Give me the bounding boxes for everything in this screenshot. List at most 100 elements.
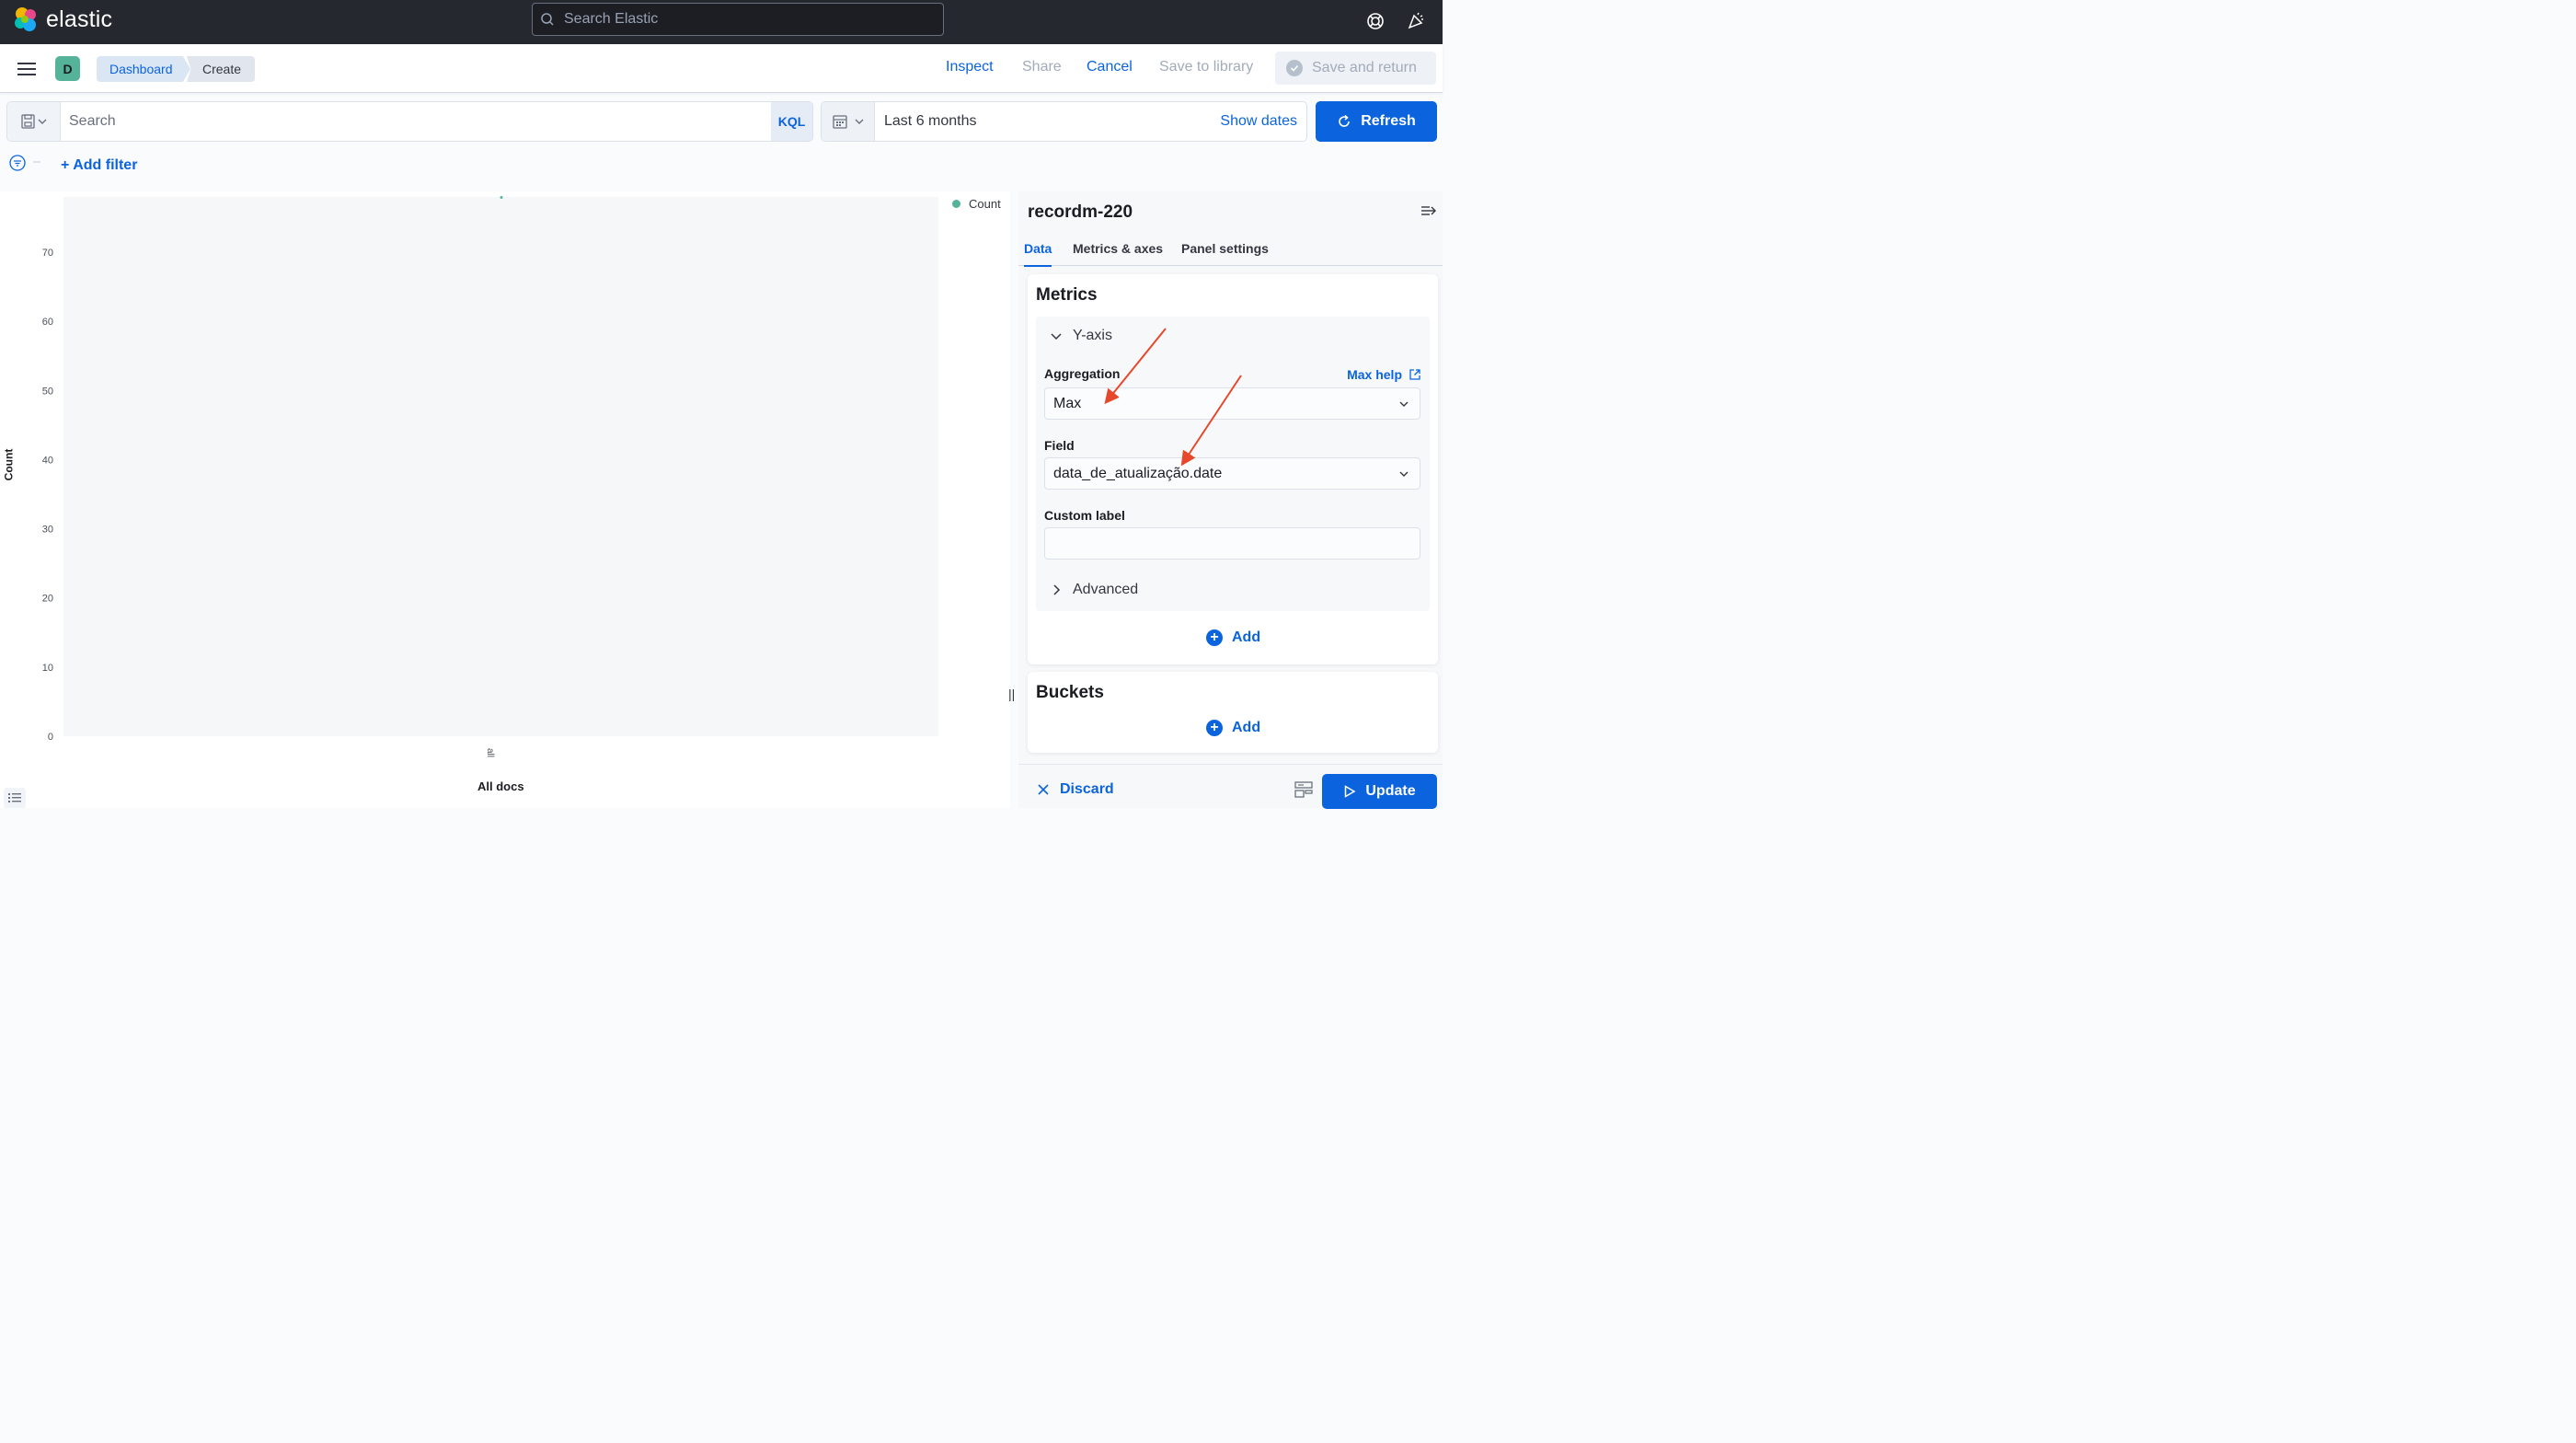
y-tick-label: 40	[42, 455, 53, 466]
add-bucket-label: Add	[1232, 720, 1261, 735]
refresh-button[interactable]: Refresh	[1316, 101, 1437, 142]
y-tick-label: 60	[42, 317, 53, 328]
chart-legend[interactable]: Count	[952, 197, 1001, 211]
space-avatar[interactable]: D	[55, 56, 80, 81]
menu-icon[interactable]	[17, 62, 36, 81]
query-language-button[interactable]: KQL	[771, 102, 812, 141]
logo-text: elastic	[46, 6, 113, 32]
popout-icon	[1409, 369, 1420, 380]
y-tick-label: 0	[48, 732, 53, 743]
app-header: D Dashboard Create Inspect Share Cancel …	[0, 44, 1443, 93]
max-help-label: Max help	[1347, 367, 1402, 382]
refresh-label: Refresh	[1361, 113, 1416, 129]
query-search-input[interactable]	[61, 102, 771, 141]
plus-circle-icon: +	[1206, 629, 1223, 646]
elastic-logo-icon	[15, 7, 36, 31]
quick-menu-button[interactable]	[822, 102, 875, 141]
breadcrumb-dashboard[interactable]: Dashboard	[97, 56, 190, 82]
calendar-icon	[832, 115, 863, 129]
field-label: Field	[1044, 438, 1075, 453]
chevron-down-icon	[1399, 401, 1409, 407]
plot-background	[63, 197, 938, 736]
y-tick-label: 10	[42, 663, 53, 674]
legend-label: Count	[969, 197, 1001, 211]
filter-bar: + Add filter	[9, 155, 137, 176]
news-icon[interactable]	[1404, 9, 1428, 33]
chart-panel: 0 10 20 30 40 50 60 70 Count all All docs Count…	[0, 191, 1015, 808]
sidebar-tabs: Data Metrics & axes Panel settings	[1018, 237, 1443, 267]
metrics-title: Metrics	[1036, 285, 1098, 305]
advanced-label: Advanced	[1073, 582, 1139, 597]
tab-panel-settings[interactable]: Panel settings	[1181, 241, 1269, 265]
discard-button[interactable]: Discard	[1037, 781, 1114, 798]
bar-chart: 0 10 20 30 40 50 60 70	[42, 196, 938, 743]
metrics-panel: Metrics Y-axis Aggregation Max help Max …	[1028, 274, 1438, 664]
field-select[interactable]: data_de_atualização.date	[1044, 457, 1420, 490]
close-icon	[1038, 784, 1049, 795]
filter-options-icon[interactable]	[9, 155, 42, 176]
update-button[interactable]: Update	[1322, 774, 1437, 809]
x-axis-title: All docs	[477, 779, 524, 793]
custom-label-input[interactable]	[1044, 527, 1420, 560]
y-tick-label: 50	[42, 386, 53, 397]
save-icon	[20, 114, 46, 129]
list-icon[interactable]	[4, 788, 26, 808]
auto-apply-icon[interactable]	[1294, 781, 1313, 802]
tab-metrics-axes[interactable]: Metrics & axes	[1073, 241, 1163, 265]
breadcrumb-create: Create	[187, 56, 255, 82]
save-and-return-label: Save and return	[1312, 60, 1417, 75]
play-icon	[1345, 785, 1356, 798]
add-bucket-button[interactable]: + Add	[1206, 720, 1260, 736]
y-axis-agg-group: Y-axis Aggregation Max help Max Field da…	[1036, 317, 1430, 611]
time-range-text[interactable]: Last 6 months	[884, 113, 977, 130]
chevron-down-icon	[1399, 471, 1409, 477]
inspect-link[interactable]: Inspect	[946, 59, 994, 75]
custom-label-label: Custom label	[1044, 508, 1125, 523]
legend-color-swatch	[952, 200, 960, 208]
editor-sidebar: recordm-220 Data Metrics & axes Panel se…	[1018, 191, 1443, 809]
y-axis-label: Y-axis	[1073, 328, 1112, 343]
global-search-input[interactable]	[564, 11, 914, 28]
date-picker: Last 6 months Show dates	[821, 101, 1307, 142]
buckets-panel: Buckets + Add	[1028, 672, 1438, 753]
resize-handle-icon[interactable]: ||	[1008, 687, 1015, 701]
bar[interactable]	[500, 196, 503, 199]
y-axis-toggle[interactable]: Y-axis	[1049, 328, 1112, 344]
chevron-right-icon	[1053, 584, 1061, 595]
max-help-link[interactable]: Max help	[1347, 367, 1421, 382]
global-search[interactable]	[532, 3, 944, 36]
y-tick-label: 30	[42, 525, 53, 536]
visualization-title: recordm-220	[1028, 202, 1133, 222]
advanced-toggle[interactable]: Advanced	[1049, 582, 1138, 598]
y-axis-title: Count	[2, 448, 16, 481]
sidebar-footer: Discard Update	[1018, 764, 1443, 809]
add-filter-button[interactable]: + Add filter	[61, 157, 137, 174]
y-tick-label: 70	[42, 248, 53, 259]
query-bar: KQL	[6, 101, 813, 142]
show-dates-link[interactable]: Show dates	[1220, 113, 1297, 130]
aggregation-label: Aggregation	[1044, 366, 1121, 381]
discard-label: Discard	[1060, 781, 1114, 797]
global-header: elastic	[0, 0, 1443, 44]
add-metric-label: Add	[1232, 629, 1261, 645]
field-value: data_de_atualização.date	[1053, 465, 1223, 481]
chevron-down-icon	[1051, 333, 1062, 341]
x-tick-label: all	[485, 748, 495, 758]
add-metric-button[interactable]: + Add	[1206, 629, 1260, 646]
aggregation-select[interactable]: Max	[1044, 387, 1420, 420]
elastic-logo[interactable]: elastic	[13, 6, 112, 33]
refresh-icon	[1339, 114, 1351, 127]
tab-data[interactable]: Data	[1024, 241, 1052, 267]
collapse-sidebar-icon[interactable]	[1420, 204, 1437, 222]
search-icon	[540, 12, 555, 27]
help-icon[interactable]	[1363, 9, 1387, 33]
share-link[interactable]: Share	[1022, 59, 1062, 75]
save-and-return-button[interactable]: Save and return	[1275, 52, 1436, 85]
check-icon	[1286, 60, 1303, 76]
cancel-link[interactable]: Cancel	[1087, 59, 1133, 75]
saved-query-button[interactable]	[7, 102, 61, 141]
buckets-title: Buckets	[1036, 683, 1104, 702]
save-to-library-link[interactable]: Save to library	[1159, 59, 1253, 75]
y-tick-label: 20	[42, 594, 53, 605]
aggregation-value: Max	[1053, 395, 1082, 411]
